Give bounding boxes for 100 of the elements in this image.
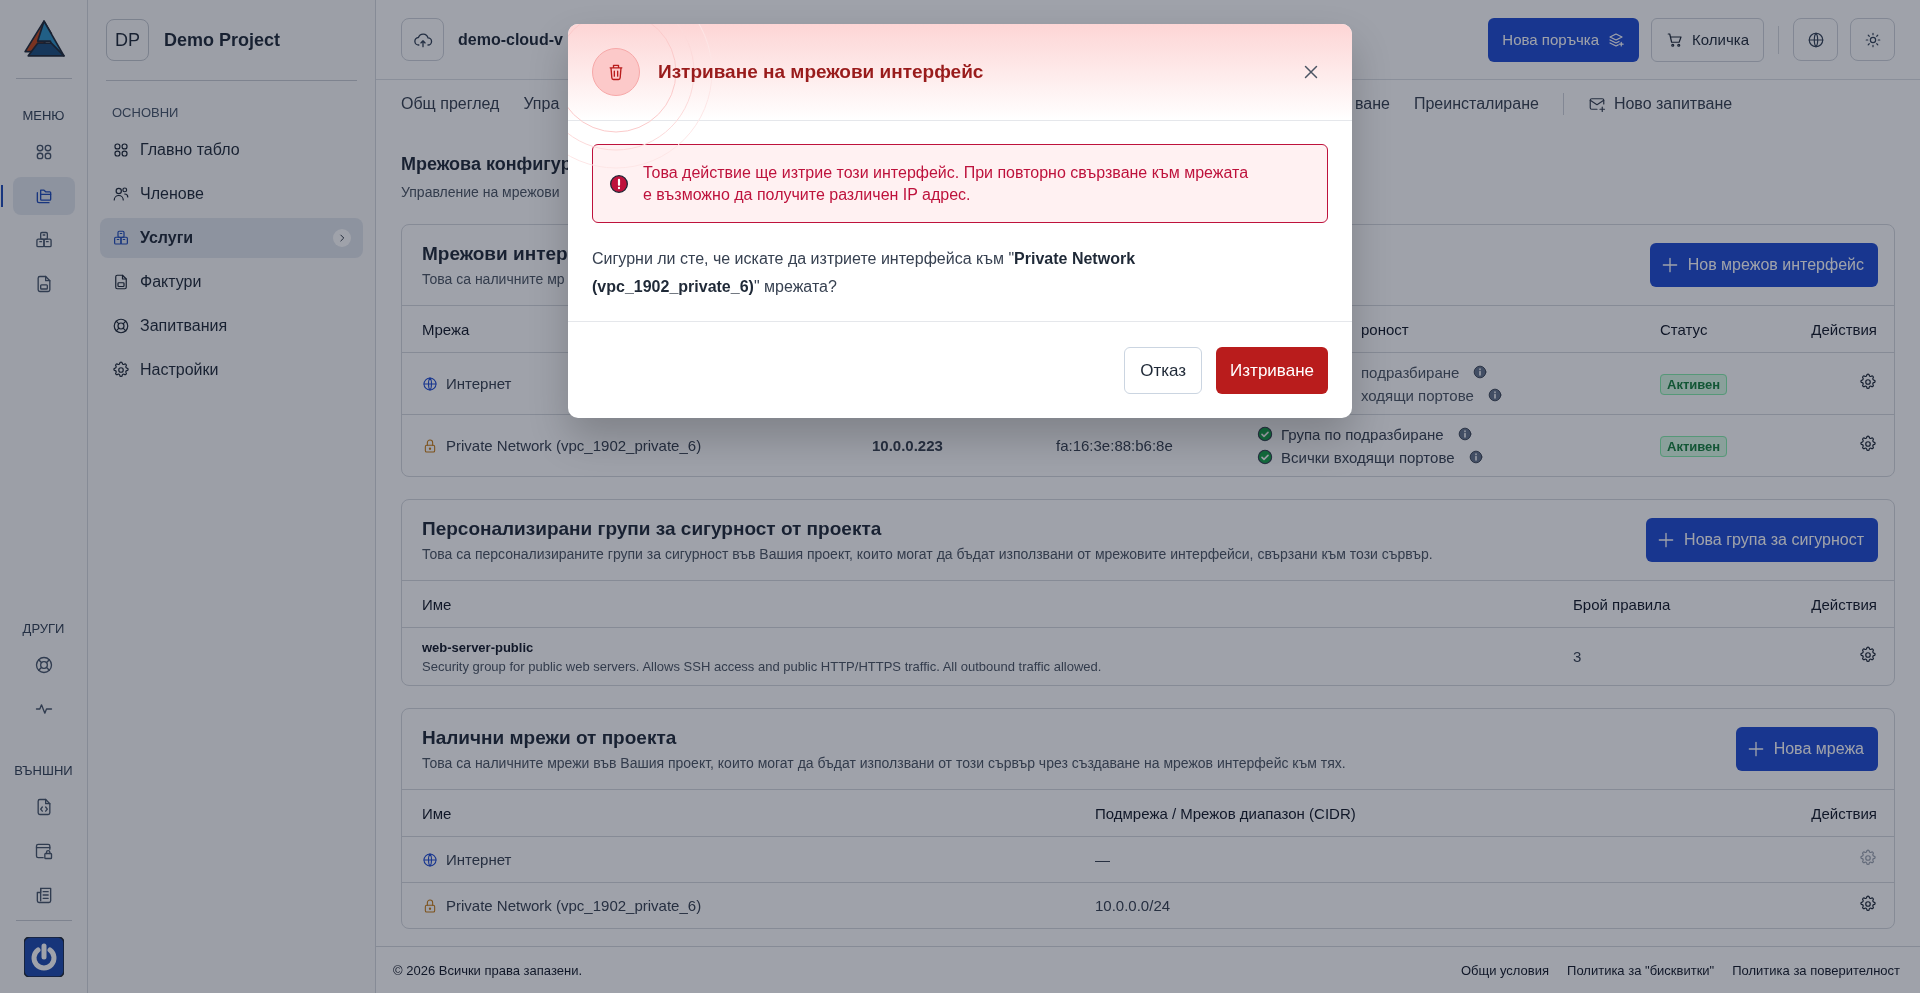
- status-badge: Активен: [1660, 436, 1728, 457]
- settings-icon[interactable]: [1859, 895, 1877, 913]
- card-title: Персонализирани групи за сигурност от проекта: [422, 518, 883, 540]
- brand-logo: [22, 20, 65, 58]
- new-ticket-tab[interactable]: Ново запитване: [1587, 91, 1733, 117]
- column-header: Име: [422, 595, 453, 613]
- info-icon[interactable]: [1487, 388, 1502, 402]
- sidebar-section-label: ОСНОВНИ: [112, 105, 180, 120]
- sidebar-item[interactable]: Услуги: [100, 218, 363, 258]
- document-icon: [112, 273, 130, 291]
- project-name: Demo Project: [164, 29, 281, 51]
- network-name: Private Network (vpc_1902_private_6): [446, 897, 702, 914]
- copyright: © 2026 Всички права запазени.: [393, 962, 582, 978]
- column-header: Брой правила: [1573, 595, 1672, 613]
- new-network-button[interactable]: Нова мрежа: [1735, 727, 1878, 771]
- info-icon[interactable]: [1473, 365, 1488, 379]
- tab[interactable]: ване: [1355, 91, 1390, 117]
- security-group-name: подразбиране: [1361, 363, 1460, 381]
- delete-button[interactable]: Изтриване: [1216, 347, 1328, 394]
- warning-text: Това действие ще изтрие този интерфейс. При повторно свързване към мрежата е възможно да получите различен IP адрес.: [643, 162, 1250, 205]
- check-circle-icon: [1257, 426, 1273, 442]
- server-name: demo-cloud-v: [458, 30, 563, 49]
- dashboard-icon: [112, 141, 130, 159]
- rail-section-label: ДРУГИ: [22, 621, 65, 636]
- footer-link[interactable]: Политика за поверителност: [1732, 962, 1900, 978]
- dialog-title: Изтриване на мрежови интерфейс: [658, 61, 984, 83]
- globe-icon: [422, 375, 438, 392]
- section-subtitle: Управление на мрежови: [401, 183, 560, 202]
- cart-icon: [1666, 30, 1685, 49]
- sidebar-item[interactable]: Главно табло: [100, 130, 363, 170]
- settings-icon[interactable]: [1859, 373, 1877, 391]
- column-header: Действия: [1811, 320, 1877, 338]
- column-header: Име: [422, 804, 453, 822]
- cidr-value: —: [1095, 851, 1111, 868]
- new-order-button[interactable]: Нова поръчка: [1488, 17, 1640, 62]
- new-interface-button[interactable]: Нов мрежов интерфейс: [1649, 243, 1878, 287]
- cancel-button[interactable]: Отказ: [1124, 347, 1203, 394]
- chevron-icon: [333, 229, 351, 247]
- network-name: Интернет: [446, 375, 512, 392]
- group-description: Security group for public web servers. Allows SSH access and public HTTP/HTTPS traffic. All outbound traffic allowed.: [422, 658, 1103, 674]
- new-security-group-button[interactable]: Нова група за сигурност: [1646, 518, 1878, 562]
- card-subtitle: Това са наличните мр: [422, 271, 566, 287]
- footer-link[interactable]: Общи условия: [1460, 962, 1550, 978]
- group-name: web-server-public: [422, 639, 535, 655]
- security-group-name: ходящи портове: [1361, 386, 1474, 404]
- mail-plus-icon: [1587, 95, 1606, 113]
- info-icon[interactable]: [1468, 450, 1483, 464]
- tab[interactable]: Преинсталиране: [1413, 91, 1539, 117]
- sidebar-item[interactable]: Членове: [100, 174, 363, 214]
- card-title: Налични мрежи от проекта: [422, 727, 678, 749]
- security-group-name: Група по подразбиране: [1281, 425, 1444, 443]
- cidr-value: 10.0.0.0/24: [1095, 897, 1172, 914]
- lifebuoy-icon: [33, 655, 54, 675]
- boxes-icon: [33, 230, 54, 250]
- column-header: Подмрежа / Мрежов диапазон (CIDR): [1095, 804, 1357, 822]
- ip-address: 10.0.0.223: [872, 437, 944, 454]
- sun-icon: [1863, 30, 1882, 49]
- column-header: Действия: [1811, 804, 1877, 822]
- users-icon: [112, 185, 130, 203]
- lock-icon: [422, 437, 438, 454]
- sidebar-item[interactable]: Фактури: [100, 262, 363, 302]
- globe-icon: [1806, 30, 1825, 49]
- confirmation-text: Сигурни ли сте, че искате да изтриете интерфейса към "Private Network (vpc_1902_private_6)" мрежата?: [592, 249, 1137, 297]
- language-button[interactable]: [1793, 18, 1838, 61]
- security-group-name: Всички входящи портове: [1281, 448, 1455, 466]
- tab[interactable]: Упра: [523, 91, 560, 117]
- status-badge: Активен: [1660, 374, 1728, 395]
- column-header: Действия: [1811, 595, 1877, 613]
- network-name: Интернет: [446, 851, 512, 868]
- lifebuoy-icon: [112, 317, 130, 335]
- rule-count: 3: [1573, 648, 1583, 665]
- column-header: Статус: [1660, 320, 1709, 338]
- info-icon[interactable]: [1457, 427, 1472, 441]
- check-circle-icon: [1257, 449, 1273, 465]
- card-subtitle: Това са наличните мрежи във Вашия проект, които могат да бъдат използвани от този сървър чрез създаване на мрежов интерфейс към тях.: [422, 755, 1346, 771]
- lock-icon: [422, 897, 438, 914]
- cloud-upload-button[interactable]: [401, 18, 444, 61]
- project-avatar: DP: [106, 19, 149, 61]
- alert-icon: [609, 173, 629, 194]
- rail-section-label: ВЪНШНИ: [14, 763, 73, 778]
- rail-section-label: МЕНЮ: [22, 108, 65, 123]
- settings-icon[interactable]: [1859, 435, 1877, 453]
- column-header: Мрежа: [422, 320, 471, 338]
- globe-icon: [422, 851, 438, 868]
- mac-address: fa:16:3e:88:b6:8e: [1056, 437, 1174, 454]
- footer-link[interactable]: Политика за "бисквитки": [1567, 962, 1715, 978]
- column-header: роност: [1360, 320, 1410, 338]
- card-title: Мрежови интер: [422, 243, 568, 265]
- network-name: Private Network (vpc_1902_private_6): [446, 437, 702, 454]
- settings-icon: [112, 361, 130, 379]
- sidebar-item[interactable]: Запитвания: [100, 306, 363, 346]
- browser-lock-icon: [33, 841, 54, 861]
- card-subtitle: Това са персонализираните групи за сигурност във Вашия проект, които могат да бъдат използвани от мрежовите интерфейси, свързани към този сървър.: [422, 546, 1433, 562]
- tab[interactable]: Общ преглед: [401, 91, 500, 117]
- power-logo[interactable]: [23, 937, 64, 977]
- cart-button[interactable]: Количка: [1651, 17, 1764, 62]
- trash-icon: [592, 48, 640, 96]
- boxes-icon: [112, 229, 130, 247]
- settings-icon[interactable]: [1859, 646, 1877, 664]
- sidebar-item[interactable]: Настройки: [100, 350, 363, 390]
